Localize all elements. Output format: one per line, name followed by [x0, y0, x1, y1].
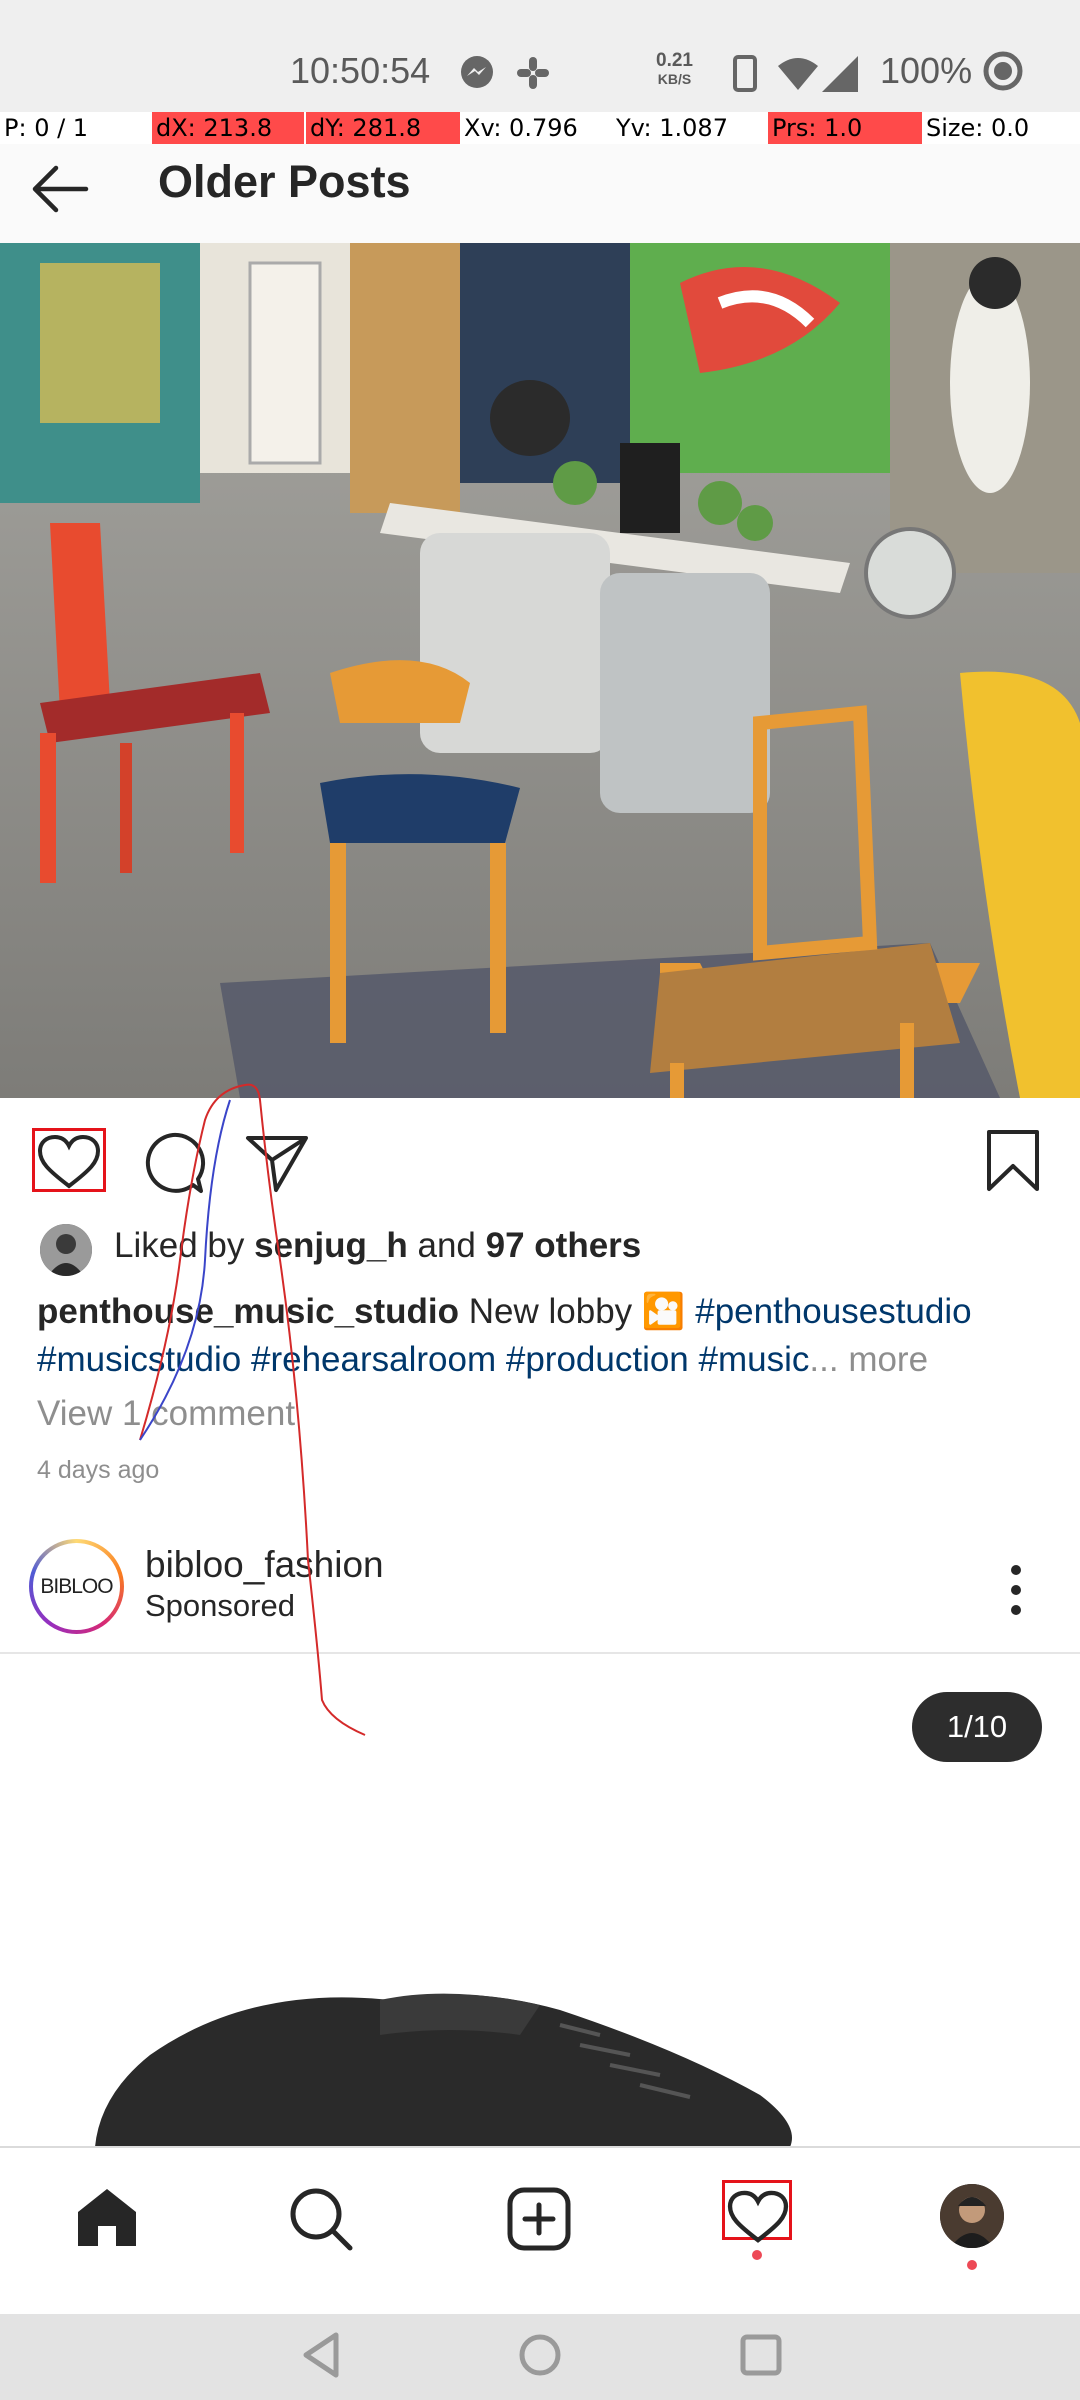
bottom-navigation [0, 2146, 1080, 2314]
phone-icon [733, 55, 757, 92]
signal-icon [822, 56, 858, 92]
comment-icon[interactable] [140, 1130, 206, 1196]
home-circle-icon[interactable] [516, 2330, 564, 2380]
hashtag-music[interactable]: #music [699, 1340, 810, 1379]
share-icon[interactable] [244, 1132, 310, 1194]
carousel-counter: 1/10 [912, 1692, 1042, 1762]
pointer-pressure: Prs: 1.0 [768, 112, 922, 144]
post-timestamp: 4 days ago [37, 1456, 160, 1484]
post-caption: penthouse_music_studio New lobby 🎦 #pent… [37, 1288, 1047, 1384]
view-comments-link[interactable]: View 1 comment [37, 1394, 295, 1434]
hashtag-production[interactable]: #production [506, 1340, 689, 1379]
home-icon[interactable] [74, 2186, 140, 2248]
liked-by-user[interactable]: senjug_h [254, 1226, 408, 1265]
pointer-count: P: 0 / 1 [4, 114, 89, 142]
heart-icon[interactable] [36, 1134, 102, 1190]
search-icon[interactable] [288, 2186, 354, 2252]
profile-notification-dot [967, 2260, 977, 2270]
likes-summary[interactable]: Liked by senjug_h and 97 others [0, 1222, 1080, 1280]
profile-avatar-image [940, 2184, 1004, 2248]
back-triangle-icon[interactable] [298, 2330, 344, 2380]
post-photo-scene [0, 243, 1080, 1098]
hashtag-musicstudio[interactable]: #musicstudio [37, 1340, 241, 1379]
caption-username[interactable]: penthouse_music_studio [37, 1292, 459, 1331]
pointer-size: Size: 0.0 [926, 114, 1030, 142]
net-speed: 0.21 KB/S [656, 50, 693, 88]
liked-by-prefix: Liked by [114, 1226, 245, 1265]
caption-emoji: 🎦 [641, 1292, 686, 1331]
recents-square-icon[interactable] [738, 2330, 784, 2380]
hashtag-rehearsalroom[interactable]: #rehearsalroom [251, 1340, 496, 1379]
pointer-xv: Xv: 0.796 [464, 114, 578, 142]
sponsor-avatar-text: BIBLOO [33, 1543, 120, 1630]
liked-by-others[interactable]: 97 others [486, 1226, 642, 1265]
status-bar: 10:50:54 0.21 KB/S 100% [0, 0, 1080, 112]
liker-avatar-image [40, 1224, 92, 1276]
post-image[interactable] [0, 243, 1080, 1098]
status-time: 10:50:54 [290, 50, 431, 91]
app-bar: Older Posts [0, 144, 1080, 244]
net-speed-value: 0.21 [656, 50, 693, 71]
profile-avatar[interactable] [940, 2184, 1004, 2248]
activity-heart-icon[interactable] [726, 2190, 790, 2244]
sponsored-post-header: BIBLOO bibloo_fashion Sponsored [0, 1530, 1080, 1654]
net-speed-unit: KB/S [657, 71, 692, 87]
messenger-icon [461, 56, 493, 88]
more-vertical-icon[interactable] [1000, 1560, 1032, 1620]
target-icon [983, 51, 1023, 91]
sponsored-label: Sponsored [145, 1588, 295, 1623]
sponsor-username[interactable]: bibloo_fashion [145, 1544, 384, 1586]
pointer-dy: dY: 281.8 [306, 112, 460, 144]
pointer-yv: Yv: 1.087 [616, 114, 728, 142]
hashtag-penthousestudio[interactable]: #penthousestudio [695, 1292, 971, 1331]
battery-level: 100% [880, 50, 973, 91]
activity-notification-dot [752, 2250, 762, 2260]
wifi-icon [778, 58, 818, 90]
page-title: Older Posts [158, 156, 411, 207]
bookmark-icon[interactable] [984, 1128, 1042, 1194]
likes-text: Liked by senjug_h and 97 others [114, 1226, 641, 1266]
caption-text: New lobby [468, 1292, 633, 1331]
liked-by-and: and [417, 1226, 476, 1265]
caption-ellipsis: ... [809, 1340, 839, 1379]
pointer-location-overlay: P: 0 / 1 dX: 213.8 dY: 281.8 Xv: 0.796 Y… [0, 112, 1080, 144]
slack-icon [517, 57, 549, 89]
post-action-row [0, 1098, 1080, 1228]
liker-avatar [40, 1224, 92, 1276]
sponsor-avatar[interactable]: BIBLOO [29, 1539, 124, 1634]
pointer-dx: dX: 213.8 [152, 112, 304, 144]
arrow-left-icon[interactable] [28, 154, 98, 224]
caption-more-link[interactable]: more [848, 1340, 928, 1379]
add-post-icon[interactable] [506, 2186, 572, 2252]
